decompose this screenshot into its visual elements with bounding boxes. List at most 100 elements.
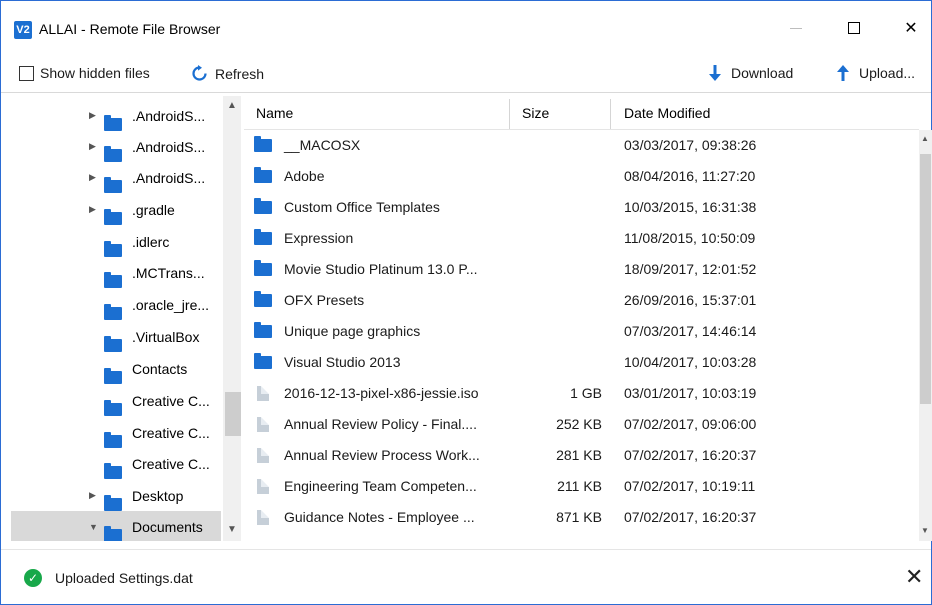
column-divider[interactable]: [610, 99, 611, 129]
download-label: Download: [731, 65, 794, 81]
table-row[interactable]: Custom Office Templates 10/03/2015, 16:31…: [244, 192, 919, 223]
folder-icon: [104, 463, 122, 479]
tree-item-label: .AndroidS...: [132, 169, 206, 186]
file-name: Engineering Team Competen...: [284, 478, 477, 494]
file-name: Unique page graphics: [284, 323, 421, 339]
folder-icon: [254, 322, 272, 338]
maximize-icon: [848, 22, 860, 34]
expand-arrow-icon[interactable]: ▶: [89, 141, 96, 152]
list-scroll-thumb[interactable]: [920, 154, 931, 404]
expand-arrow-icon[interactable]: ▶: [89, 172, 96, 183]
file-size: 1 GB: [570, 385, 602, 401]
app-logo: V2: [14, 21, 32, 39]
refresh-button[interactable]: Refresh: [191, 65, 264, 82]
file-size: 871 KB: [556, 509, 602, 525]
folder-icon: [104, 526, 122, 541]
tree-item-label: Creative C...: [132, 392, 210, 409]
folder-icon: [104, 432, 122, 448]
file-size: 281 KB: [556, 447, 602, 463]
file-date-modified: 11/08/2015, 10:50:09: [624, 230, 756, 246]
scroll-up-icon[interactable]: ▲: [921, 134, 929, 143]
table-row[interactable]: Expression 11/08/2015, 10:50:09: [244, 223, 919, 254]
tree-item-label: .VirtualBox: [132, 328, 200, 345]
tree-item[interactable]: ▶ Desktop: [11, 480, 221, 511]
show-hidden-files-checkbox[interactable]: Show hidden files: [19, 65, 150, 81]
checkbox-box[interactable]: [19, 65, 34, 81]
table-row[interactable]: Visual Studio 2013 10/04/2017, 10:03:28: [244, 347, 919, 378]
folder-icon: [104, 368, 122, 384]
expand-arrow-icon[interactable]: ▶: [89, 490, 96, 501]
list-scrollbar[interactable]: ▲ ▼: [919, 130, 932, 541]
file-size: 211 KB: [557, 478, 602, 494]
tree-scrollbar[interactable]: ▲ ▼: [223, 96, 241, 541]
scroll-up-icon[interactable]: ▲: [227, 100, 237, 111]
dismiss-status-icon[interactable]: ✕: [905, 564, 923, 590]
file-icon: [257, 417, 269, 432]
column-header-size[interactable]: Size: [522, 105, 549, 121]
table-row[interactable]: Annual Review Process Work... 281 KB 07/02…: [244, 440, 919, 471]
tree-item[interactable]: .VirtualBox: [11, 321, 221, 352]
folder-icon: [254, 291, 272, 307]
table-row[interactable]: Guidance Notes - Employee ... 871 KB 07/02…: [244, 502, 919, 533]
tree-item-label: Documents: [132, 518, 203, 535]
file-date-modified: 07/02/2017, 10:19:11: [624, 478, 756, 494]
table-row[interactable]: OFX Presets 26/09/2016, 15:37:01: [244, 285, 919, 316]
table-row[interactable]: 2016-12-13-pixel-x86-jessie.iso 1 GB 03/01…: [244, 378, 919, 409]
file-date-modified: 03/01/2017, 10:03:19: [624, 385, 757, 401]
column-divider[interactable]: [509, 99, 510, 129]
status-message: Uploaded Settings.dat: [55, 570, 193, 586]
tree-item[interactable]: ▶ .AndroidS...: [11, 100, 221, 131]
file-name: OFX Presets: [284, 292, 365, 308]
table-row[interactable]: Engineering Team Competen... 211 KB 07/02/…: [244, 471, 919, 502]
download-button[interactable]: Download: [709, 65, 793, 81]
table-row[interactable]: __MACOSX 03/03/2017, 09:38:26: [244, 130, 919, 161]
tree-item[interactable]: Creative C...: [11, 417, 221, 448]
folder-icon: [104, 177, 122, 193]
refresh-label: Refresh: [215, 65, 265, 82]
close-button[interactable]: ✕: [888, 11, 932, 45]
upload-label: Upload...: [859, 65, 916, 81]
column-header-date[interactable]: Date Modified: [624, 105, 710, 121]
scroll-down-icon[interactable]: ▼: [227, 524, 237, 535]
folder-tree[interactable]: ▶ .AndroidS... ▶ .AndroidS... ▶ .Android…: [11, 96, 243, 541]
title-bar[interactable]: V2 ALLAI - Remote File Browser ✕: [1, 1, 931, 51]
scroll-down-icon[interactable]: ▼: [921, 526, 929, 535]
collapse-arrow-icon[interactable]: ▼: [89, 522, 98, 532]
file-name: Adobe: [284, 168, 325, 184]
list-header: Name Size Date Modified: [244, 96, 919, 130]
toolbar: Show hidden files Refresh Download Uploa…: [1, 55, 931, 93]
column-header-name[interactable]: Name: [256, 105, 293, 121]
tree-item[interactable]: Creative C...: [11, 385, 221, 416]
table-row[interactable]: Adobe 08/04/2016, 11:27:20: [244, 161, 919, 192]
tree-item[interactable]: .MCTrans...: [11, 257, 221, 288]
upload-arrow-icon: [837, 65, 849, 81]
download-arrow-icon: [709, 65, 721, 81]
expand-arrow-icon[interactable]: ▶: [89, 110, 96, 121]
tree-item[interactable]: ▶ .AndroidS...: [11, 131, 221, 162]
folder-icon: [104, 400, 122, 416]
table-row[interactable]: Movie Studio Platinum 13.0 P... 18/09/201…: [244, 254, 919, 285]
show-hidden-files-label: Show hidden files: [40, 65, 150, 81]
tree-item[interactable]: Contacts: [11, 353, 221, 384]
table-row[interactable]: Unique page graphics 07/03/2017, 14:46:14: [244, 316, 919, 347]
maximize-button[interactable]: [831, 11, 877, 45]
file-name: __MACOSX: [284, 137, 361, 153]
tree-item[interactable]: .idlerc: [11, 226, 221, 257]
tree-item-label: Contacts: [132, 360, 188, 377]
table-row[interactable]: Annual Review Policy - Final.... 252 KB 07…: [244, 409, 919, 440]
tree-scroll-thumb[interactable]: [225, 392, 241, 436]
tree-item-label: .oracle_jre...: [132, 296, 210, 313]
file-date-modified: 07/03/2017, 14:46:14: [624, 323, 757, 339]
expand-arrow-icon[interactable]: ▶: [89, 204, 96, 215]
tree-item[interactable]: Creative C...: [11, 448, 221, 479]
tree-item-selected[interactable]: ▼ Documents: [11, 511, 221, 541]
file-date-modified: 10/03/2015, 16:31:38: [624, 199, 757, 215]
upload-button[interactable]: Upload...: [837, 65, 915, 81]
tree-item-label: Creative C...: [132, 455, 210, 472]
file-list[interactable]: Name Size Date Modified __MACOSX 03/03/20…: [244, 96, 932, 541]
tree-item[interactable]: ▶ .AndroidS...: [11, 162, 221, 193]
file-name: Custom Office Templates: [284, 199, 440, 215]
minimize-button[interactable]: [773, 11, 819, 45]
tree-item[interactable]: ▶ .gradle: [11, 194, 221, 225]
tree-item[interactable]: .oracle_jre...: [11, 289, 221, 320]
